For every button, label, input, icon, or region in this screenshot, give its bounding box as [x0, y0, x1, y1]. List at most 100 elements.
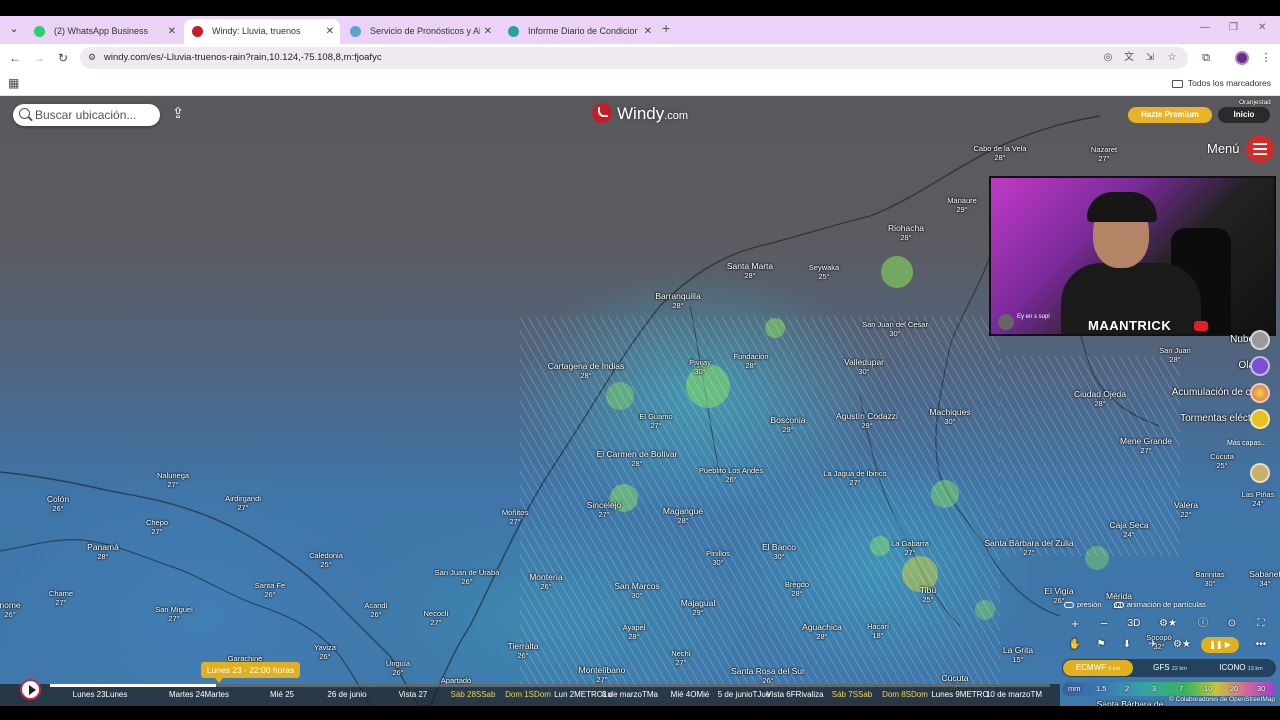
timeline-day[interactable]: Mié 25: [270, 684, 294, 706]
timeline-day[interactable]: Lunes 23Lunes: [73, 684, 128, 706]
city-label[interactable]: Santa Rosa del Sur 26°: [731, 667, 805, 686]
distance-icon[interactable]: ✈: [1143, 637, 1163, 653]
city-label[interactable]: Acandí 26°: [364, 601, 387, 619]
city-label[interactable]: Pinillos 30°: [706, 549, 730, 567]
tab-search-button[interactable]: ⌄: [6, 20, 22, 38]
city-label[interactable]: Las Piñas 24°: [1242, 490, 1275, 508]
timeline-day[interactable]: Sáb 7SSab: [832, 684, 872, 706]
flag-icon[interactable]: ⚑: [1091, 637, 1111, 653]
city-label[interactable]: Cabo de la Vela 28°: [974, 144, 1027, 162]
precipitation-legend[interactable]: mm 1.5 2 3 7 10 20 30: [1062, 682, 1276, 696]
tab-informe[interactable]: Informe Diario de Condiciones ✕: [500, 19, 658, 44]
city-label[interactable]: nome 26°: [0, 601, 21, 620]
timeline-day[interactable]: Vista 27: [399, 684, 428, 706]
city-label[interactable]: Sabanet 34°: [1249, 570, 1280, 589]
more-layers-link[interactable]: Más capas...: [1227, 440, 1267, 447]
hand-icon[interactable]: ✋: [1065, 637, 1085, 653]
airport-icon[interactable]: [1250, 463, 1270, 483]
premium-button[interactable]: Hazte Premium: [1128, 107, 1212, 123]
extensions-icon[interactable]: ⧉: [1199, 51, 1213, 65]
city-label[interactable]: Seywaka 25°: [809, 263, 839, 281]
reload-icon[interactable]: ↻: [54, 49, 72, 67]
clouds-icon[interactable]: [1250, 330, 1270, 350]
minimize-icon[interactable]: —: [1200, 22, 1210, 33]
city-label[interactable]: Santa Bárbara del Zulia 27°: [984, 539, 1073, 558]
city-label[interactable]: Aguachica 28°: [802, 623, 842, 642]
install-app-icon[interactable]: ⇲: [1144, 52, 1156, 64]
city-label[interactable]: San Marcos 30°: [614, 582, 659, 601]
timeline-day[interactable]: Martes 24Martes: [169, 684, 229, 706]
timeline-day[interactable]: 10 de marzoTM: [986, 684, 1042, 706]
3d-button[interactable]: 3D: [1124, 616, 1144, 632]
timeline-day[interactable]: Dom 1SDom: [505, 684, 551, 706]
play-button[interactable]: [20, 679, 41, 700]
search-input[interactable]: Buscar ubicación...: [35, 104, 136, 126]
city-label[interactable]: Caledonia 25°: [309, 551, 343, 569]
city-label[interactable]: Valledupar 30°: [844, 358, 884, 377]
layer-acumulacion[interactable]: Acumulación de c...: [1172, 385, 1259, 401]
particles-toggle[interactable]: animación de partículas: [1113, 600, 1206, 609]
city-label[interactable]: Montería 26°: [529, 573, 563, 592]
city-label[interactable]: San Juan del Cesar 30°: [862, 320, 928, 338]
tab-close-icon[interactable]: ✕: [168, 19, 176, 44]
city-label[interactable]: La Jagua de Ibirico 27°: [823, 469, 886, 487]
location-search[interactable]: Buscar ubicación...: [13, 104, 160, 126]
city-label[interactable]: Pivijay 30°: [689, 358, 711, 376]
city-label[interactable]: Nalunega 27°: [157, 471, 189, 489]
city-label[interactable]: Valera 22°: [1174, 501, 1198, 520]
model-ecmwf[interactable]: ECMWF 9 km: [1063, 660, 1133, 676]
city-label[interactable]: Riohacha 28°: [888, 224, 924, 243]
city-label[interactable]: Bosconia 29°: [771, 416, 806, 435]
city-label[interactable]: Sincelejo 27°: [587, 501, 622, 520]
city-label[interactable]: Tierralta 26°: [508, 642, 539, 661]
map-copyright[interactable]: © Colaboradores de OpenStreetMap: [1169, 696, 1275, 703]
timeline-day[interactable]: Sáb 28SSab: [451, 684, 496, 706]
settings-star-icon[interactable]: ⚙★: [1172, 637, 1192, 653]
close-window-icon[interactable]: ✕: [1258, 22, 1266, 33]
city-label[interactable]: Magangué 28°: [663, 507, 703, 526]
home-button[interactable]: Inicio: [1218, 107, 1270, 123]
city-label[interactable]: San Juan de Urabá 26°: [435, 568, 500, 586]
city-label[interactable]: Mene Grande 27°: [1120, 437, 1172, 456]
download-icon[interactable]: ⬇: [1117, 637, 1137, 653]
thunderstorm-icon[interactable]: [1250, 409, 1270, 429]
tab-close-icon[interactable]: ✕: [484, 19, 492, 44]
city-label[interactable]: Yaviza 26°: [314, 643, 336, 661]
back-icon[interactable]: ←: [6, 49, 24, 67]
city-label[interactable]: Cúcuta 25°: [1210, 452, 1234, 470]
city-label[interactable]: Colón 26°: [47, 495, 69, 514]
city-label[interactable]: Montelíbano 27°: [579, 666, 626, 685]
tracking-icon[interactable]: ◎: [1102, 52, 1114, 64]
timeline-day[interactable]: Dom 8SDom: [882, 684, 928, 706]
city-label[interactable]: Necoclí 27°: [423, 609, 448, 627]
city-label[interactable]: Panamá 28°: [87, 543, 119, 562]
city-label[interactable]: Barinitas 30°: [1195, 570, 1224, 588]
new-tab-button[interactable]: +: [662, 20, 670, 36]
site-info-icon[interactable]: ⚙: [88, 52, 100, 64]
pressure-toggle[interactable]: presión: [1064, 600, 1102, 609]
pause-animation-button[interactable]: ❚❚ ▶: [1201, 637, 1239, 653]
more-options-button[interactable]: •••: [1251, 637, 1271, 653]
city-label[interactable]: Chepo 27°: [146, 518, 168, 536]
city-label[interactable]: Caja Seca 24°: [1109, 521, 1148, 540]
city-label[interactable]: Santa Marta 28°: [727, 262, 773, 281]
hamburger-menu-icon[interactable]: [1246, 135, 1274, 163]
timeline-day[interactable]: 26 de junio: [327, 684, 366, 706]
current-time-bubble[interactable]: Lunes 23 - 22:00 horas: [201, 662, 300, 683]
apps-grid-icon[interactable]: ▦: [8, 77, 20, 89]
waves-icon[interactable]: [1250, 356, 1270, 376]
timeline-day[interactable]: 3 de marzoTMa: [602, 684, 658, 706]
info-icon[interactable]: ⓘ: [1193, 616, 1213, 632]
city-label[interactable]: Agustín Codazzi 29°: [836, 412, 898, 431]
city-label[interactable]: Majagual 29°: [681, 599, 716, 618]
timeline-day[interactable]: Mié 4OMié: [671, 684, 710, 706]
zoom-in-button[interactable]: +: [1065, 616, 1085, 632]
location-icon[interactable]: ⊙: [1222, 616, 1242, 632]
accumulation-icon[interactable]: [1250, 383, 1270, 403]
address-bar[interactable]: ⚙ windy.com/es/-Lluvia-truenos-rain?rain…: [80, 47, 1188, 69]
tab-whatsapp[interactable]: (2) WhatsApp Business ✕: [26, 19, 182, 44]
windy-logo[interactable]: Windy.com: [592, 102, 688, 126]
city-label[interactable]: El Banco 30°: [762, 543, 796, 562]
browser-menu-icon[interactable]: ⋮: [1259, 51, 1273, 65]
city-label[interactable]: San Juan 28°: [1159, 346, 1191, 364]
